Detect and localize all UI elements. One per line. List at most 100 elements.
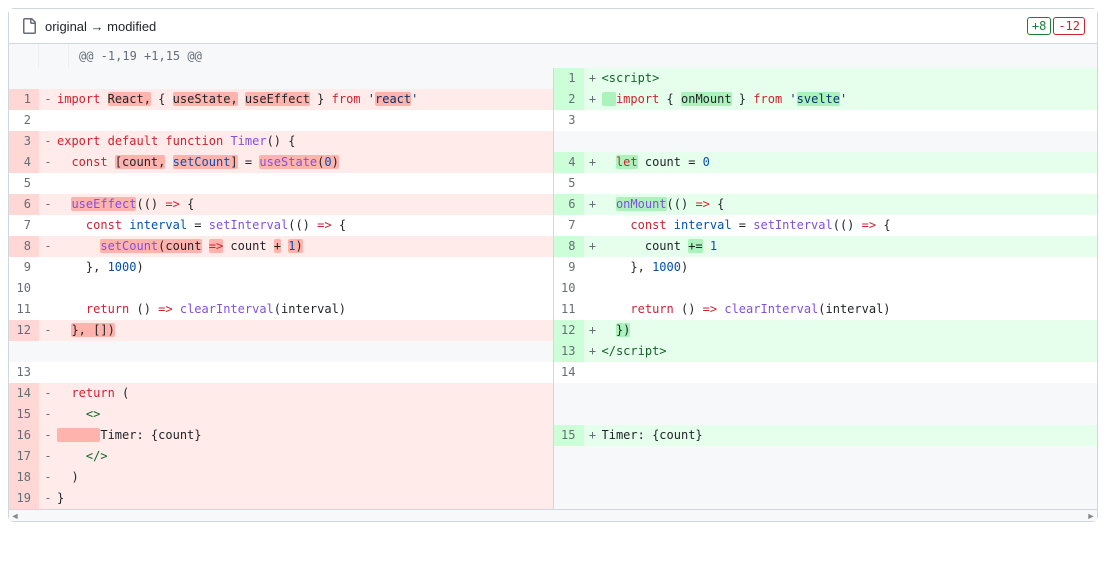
line-number: 3 <box>554 110 584 131</box>
diff-line[interactable] <box>554 383 1098 404</box>
code-content: useEffect(() => { <box>57 194 553 215</box>
diff-line[interactable]: 10 <box>9 278 553 299</box>
diff-line[interactable] <box>554 488 1098 509</box>
code-content: import React, { useState, useEffect } fr… <box>57 89 553 110</box>
diff-marker: + <box>584 425 602 446</box>
line-number: 12 <box>554 320 584 341</box>
line-number: 16 <box>9 425 39 446</box>
right-pane: 1+<script>2+ import { onMount } from 'sv… <box>554 68 1098 509</box>
diff-line[interactable]: 6+ onMount(() => { <box>554 194 1098 215</box>
hunk-header: @@ -1,19 +1,15 @@ <box>9 44 1097 68</box>
line-number: 11 <box>9 299 39 320</box>
diff-line[interactable]: 15- <> <box>9 404 553 425</box>
diff-line[interactable]: 1+<script> <box>554 68 1098 89</box>
diff-line[interactable]: 12+ }) <box>554 320 1098 341</box>
diff-marker <box>584 215 602 236</box>
diff-line[interactable]: 14- return ( <box>9 383 553 404</box>
diff-marker: + <box>584 89 602 110</box>
code-content <box>602 110 1098 131</box>
diff-marker: - <box>39 236 57 257</box>
diff-container: original → modified +8 -12 @@ -1,19 +1,1… <box>8 8 1098 522</box>
diff-line[interactable]: 10 <box>554 278 1098 299</box>
diff-line[interactable]: 18- ) <box>9 467 553 488</box>
diff-line[interactable] <box>554 404 1098 425</box>
diff-marker <box>39 299 57 320</box>
scroll-left-icon[interactable]: ◄ <box>9 510 21 522</box>
line-number: 3 <box>9 131 39 152</box>
line-number: 15 <box>9 404 39 425</box>
line-number: 14 <box>554 362 584 383</box>
diff-line[interactable]: 13 <box>9 362 553 383</box>
deletions-badge: -12 <box>1053 17 1085 35</box>
code-content <box>602 173 1098 194</box>
diff-line[interactable]: 8+ count += 1 <box>554 236 1098 257</box>
code-content: import { onMount } from 'svelte' <box>602 89 1098 110</box>
diff-line[interactable]: 3 <box>554 110 1098 131</box>
diff-line[interactable]: 6- useEffect(() => { <box>9 194 553 215</box>
diff-marker: - <box>39 467 57 488</box>
code-content: count += 1 <box>602 236 1098 257</box>
diff-marker <box>584 299 602 320</box>
code-content <box>57 362 553 383</box>
code-content <box>602 362 1098 383</box>
diff-line[interactable]: 5 <box>9 173 553 194</box>
line-number: 6 <box>554 194 584 215</box>
code-content: <script> <box>602 68 1098 89</box>
diff-line[interactable]: 9 }, 1000) <box>9 257 553 278</box>
diff-marker <box>39 257 57 278</box>
line-number: 9 <box>9 257 39 278</box>
diff-marker <box>39 341 57 362</box>
diff-line[interactable]: 14 <box>554 362 1098 383</box>
diff-line[interactable]: 1-import React, { useState, useEffect } … <box>9 89 553 110</box>
diff-line[interactable]: 17- </> <box>9 446 553 467</box>
line-number: 19 <box>9 488 39 509</box>
diff-line[interactable]: 19-} <box>9 488 553 509</box>
code-content <box>602 131 1098 152</box>
code-content: }, 1000) <box>57 257 553 278</box>
diff-line[interactable]: 5 <box>554 173 1098 194</box>
diff-line[interactable]: 9 }, 1000) <box>554 257 1098 278</box>
line-number: 5 <box>554 173 584 194</box>
code-content: const [count, setCount] = useState(0) <box>57 152 553 173</box>
diff-marker <box>39 362 57 383</box>
diff-line[interactable]: 16- Timer: {count} <box>9 425 553 446</box>
code-content: return () => clearInterval(interval) <box>57 299 553 320</box>
diff-marker <box>584 257 602 278</box>
diff-line[interactable]: 13+</script> <box>554 341 1098 362</box>
diff-line[interactable] <box>554 131 1098 152</box>
diff-line[interactable]: 12- }, []) <box>9 320 553 341</box>
diff-line[interactable]: 7 const interval = setInterval(() => { <box>554 215 1098 236</box>
code-content: ) <box>57 467 553 488</box>
code-content: Timer: {count} <box>57 425 553 446</box>
horizontal-scrollbar[interactable]: ◄ ► <box>9 509 1097 521</box>
diff-body[interactable]: @@ -1,19 +1,15 @@ 1-import React, { useS… <box>9 44 1097 509</box>
code-content <box>602 446 1098 467</box>
line-number <box>554 446 584 467</box>
line-number: 1 <box>9 89 39 110</box>
diff-marker <box>584 173 602 194</box>
code-content <box>602 278 1098 299</box>
diff-line[interactable]: 4+ let count = 0 <box>554 152 1098 173</box>
diff-line[interactable] <box>9 341 553 362</box>
diff-line[interactable]: 11 return () => clearInterval(interval) <box>554 299 1098 320</box>
diff-line[interactable]: 2 <box>9 110 553 131</box>
scroll-right-icon[interactable]: ► <box>1085 510 1097 522</box>
diff-line[interactable]: 7 const interval = setInterval(() => { <box>9 215 553 236</box>
diff-line[interactable]: 11 return () => clearInterval(interval) <box>9 299 553 320</box>
diff-line[interactable]: 2+ import { onMount } from 'svelte' <box>554 89 1098 110</box>
line-number <box>9 341 39 362</box>
diff-marker: + <box>584 236 602 257</box>
diff-marker: - <box>39 320 57 341</box>
diff-line[interactable]: 15+Timer: {count} <box>554 425 1098 446</box>
line-number: 12 <box>9 320 39 341</box>
diff-line[interactable]: 4- const [count, setCount] = useState(0) <box>9 152 553 173</box>
diff-marker: - <box>39 383 57 404</box>
diff-line[interactable] <box>554 446 1098 467</box>
line-number: 9 <box>554 257 584 278</box>
diff-line[interactable] <box>554 467 1098 488</box>
diff-line[interactable]: 3-export default function Timer() { <box>9 131 553 152</box>
diff-line[interactable] <box>9 68 553 89</box>
code-content: } <box>57 488 553 509</box>
diff-line[interactable]: 8- setCount(count => count + 1) <box>9 236 553 257</box>
code-content <box>57 173 553 194</box>
